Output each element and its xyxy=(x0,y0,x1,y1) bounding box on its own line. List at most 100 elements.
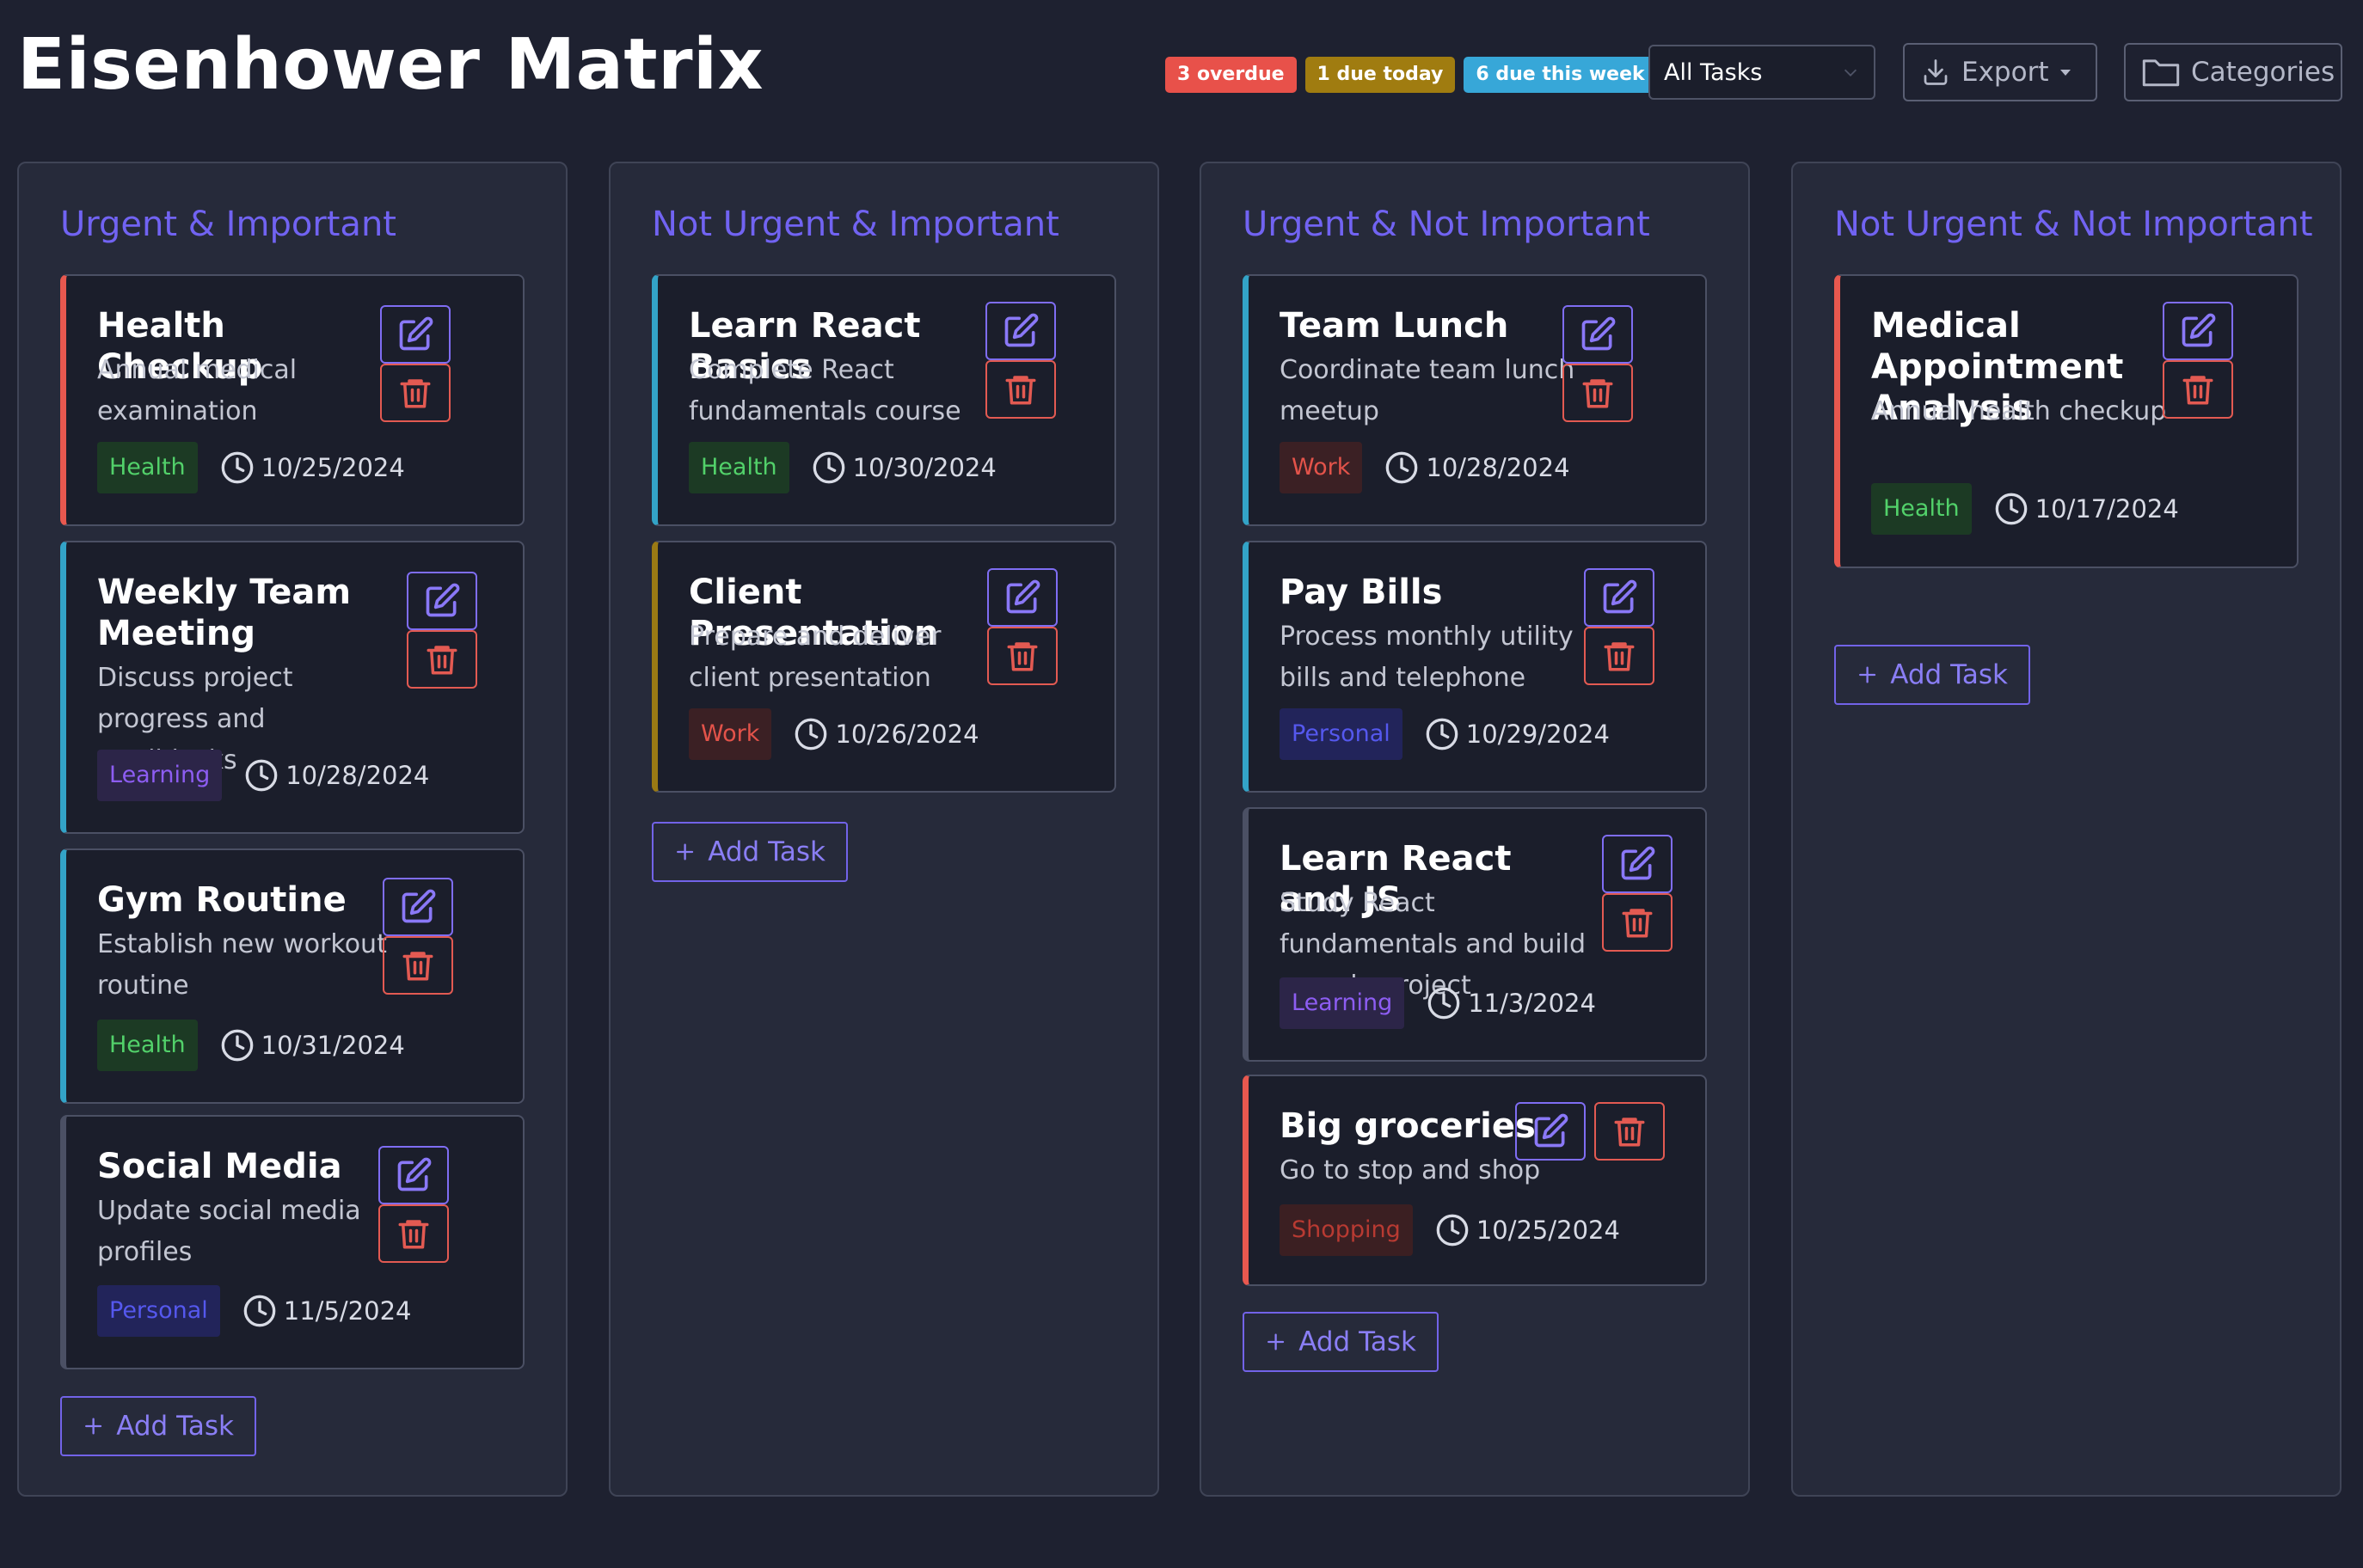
edit-icon xyxy=(1006,579,1040,614)
clock-icon xyxy=(221,1029,254,1062)
edit-task-button[interactable] xyxy=(378,1146,449,1204)
due-date: 10/28/2024 xyxy=(244,758,429,793)
clock-icon xyxy=(1427,987,1460,1020)
add-task-label: Add Task xyxy=(1890,659,2008,690)
edit-icon xyxy=(397,1157,432,1191)
task-meta: Health 10/17/2024 xyxy=(1871,483,2179,535)
delete-task-button[interactable] xyxy=(1602,893,1673,952)
due-date-text: 10/30/2024 xyxy=(852,453,997,482)
task-meta: Personal 11/5/2024 xyxy=(97,1285,411,1337)
due-date-text: 10/29/2024 xyxy=(1465,720,1610,749)
task-card[interactable]: Pay Bills Process monthly utility bills a… xyxy=(1243,541,1707,793)
trash-icon xyxy=(400,379,431,408)
delete-task-button[interactable] xyxy=(2163,360,2233,419)
delete-task-button[interactable] xyxy=(407,630,477,689)
delete-task-button[interactable] xyxy=(380,364,451,422)
add-task-label: Add Task xyxy=(1298,1326,1416,1357)
folder-icon xyxy=(2142,59,2180,87)
edit-task-button[interactable] xyxy=(383,878,453,936)
task-card[interactable]: Learn React Basics Complete React fundame… xyxy=(652,274,1116,526)
quadrant-title: Urgent & Not Important xyxy=(1243,205,1650,244)
task-meta: Work 10/28/2024 xyxy=(1280,442,1570,493)
add-task-button[interactable]: Add Task xyxy=(1834,645,2030,705)
edit-task-button[interactable] xyxy=(407,572,477,630)
task-meta: Health 10/31/2024 xyxy=(97,1020,405,1071)
delete-task-button[interactable] xyxy=(383,936,453,995)
edit-task-button[interactable] xyxy=(380,305,451,364)
edit-icon xyxy=(1603,579,1637,614)
overdue-badge[interactable]: 3 overdue xyxy=(1165,57,1297,93)
task-description: Annual health checkup xyxy=(1871,396,2167,426)
add-task-label: Add Task xyxy=(116,1411,234,1442)
due-date-text: 10/26/2024 xyxy=(835,720,979,749)
clock-icon xyxy=(221,451,254,484)
add-task-button[interactable]: Add Task xyxy=(60,1396,256,1456)
download-icon xyxy=(1924,59,1948,85)
task-description: Prepare and deliver client presentation xyxy=(689,622,942,693)
due-date-text: 11/5/2024 xyxy=(283,1296,412,1326)
quadrant-column: Urgent & Important Health Checkup Annual m… xyxy=(17,162,568,1497)
category-tag: Health xyxy=(689,442,789,493)
task-card[interactable]: Medical Appointment Analysis Annual healt… xyxy=(1834,274,2299,568)
due-date: 10/26/2024 xyxy=(794,717,979,751)
task-card[interactable]: Team Lunch Coordinate team lunch meetup Wo… xyxy=(1243,274,1707,526)
due-date: 11/5/2024 xyxy=(242,1294,412,1328)
category-tag: Health xyxy=(97,442,198,493)
delete-task-button[interactable] xyxy=(987,627,1058,685)
chevron-down-icon xyxy=(1844,69,1857,77)
delete-task-button[interactable] xyxy=(1562,364,1633,422)
edit-task-button[interactable] xyxy=(1562,305,1633,364)
task-card[interactable]: Client Presentation Prepare and deliver c… xyxy=(652,541,1116,793)
due-date-text: 10/25/2024 xyxy=(261,453,405,482)
add-task-button[interactable]: Add Task xyxy=(1243,1312,1439,1372)
category-tag: Shopping xyxy=(1280,1204,1413,1256)
task-card[interactable]: Gym Routine Establish new workout routine… xyxy=(60,848,525,1104)
due-date-text: 10/31/2024 xyxy=(261,1031,405,1060)
plus-icon xyxy=(1267,1333,1285,1351)
categories-button[interactable]: Categories xyxy=(2124,43,2342,101)
due-week-badge[interactable]: 6 due this week xyxy=(1464,57,1657,93)
edit-task-button[interactable] xyxy=(987,568,1058,627)
edit-icon xyxy=(1534,1113,1568,1148)
delete-task-button[interactable] xyxy=(378,1204,449,1263)
edit-icon xyxy=(399,316,433,351)
task-card[interactable]: Health Checkup Annual medical examination… xyxy=(60,274,525,526)
edit-task-button[interactable] xyxy=(1515,1102,1586,1161)
trash-icon xyxy=(427,646,457,675)
due-date: 10/28/2024 xyxy=(1384,450,1570,485)
edit-task-button[interactable] xyxy=(985,302,1056,360)
delete-task-button[interactable] xyxy=(1584,627,1654,685)
clock-icon xyxy=(1426,718,1458,750)
task-filter-select[interactable]: All Tasks xyxy=(1648,45,1875,100)
task-description: Establish new workout routine xyxy=(97,929,387,1001)
clock-icon xyxy=(795,718,827,750)
delete-task-button[interactable] xyxy=(1594,1102,1665,1161)
due-date: 10/17/2024 xyxy=(1994,492,2179,526)
task-filter-value: All Tasks xyxy=(1664,58,1763,86)
add-task-button[interactable]: Add Task xyxy=(652,822,848,882)
delete-task-button[interactable] xyxy=(985,360,1056,419)
task-card[interactable]: Big groceries Go to stop and shop Shopping… xyxy=(1243,1075,1707,1286)
task-card[interactable]: Learn React and JS Study React fundamenta… xyxy=(1243,807,1707,1062)
edit-task-button[interactable] xyxy=(1602,835,1673,893)
trash-icon xyxy=(1614,1118,1645,1147)
task-title: Weekly Team Meeting xyxy=(97,573,352,653)
due-badges: 3 overdue 1 due today 6 due this week xyxy=(1165,57,1657,93)
edit-task-button[interactable] xyxy=(2163,302,2233,360)
plus-icon xyxy=(677,843,694,861)
category-tag: Work xyxy=(689,708,772,760)
task-title: Gym Routine xyxy=(97,880,347,920)
export-label: Export xyxy=(1961,57,2049,88)
quadrant-column: Urgent & Not Important Team Lunch Coordina… xyxy=(1200,162,1750,1497)
task-card[interactable]: Weekly Team Meeting Discuss project progr… xyxy=(60,541,525,834)
due-today-badge[interactable]: 1 due today xyxy=(1304,57,1456,93)
trash-icon xyxy=(2182,376,2213,405)
category-tag: Personal xyxy=(97,1285,220,1337)
due-date: 10/25/2024 xyxy=(220,450,405,485)
task-card[interactable]: Social Media Update social media profiles… xyxy=(60,1115,525,1369)
quadrant-column: Not Urgent & Important Learn React Basics… xyxy=(609,162,1159,1497)
category-tag: Health xyxy=(1871,483,1972,535)
edit-task-button[interactable] xyxy=(1584,568,1654,627)
export-button[interactable]: Export xyxy=(1903,43,2097,101)
trash-icon xyxy=(398,1220,429,1249)
